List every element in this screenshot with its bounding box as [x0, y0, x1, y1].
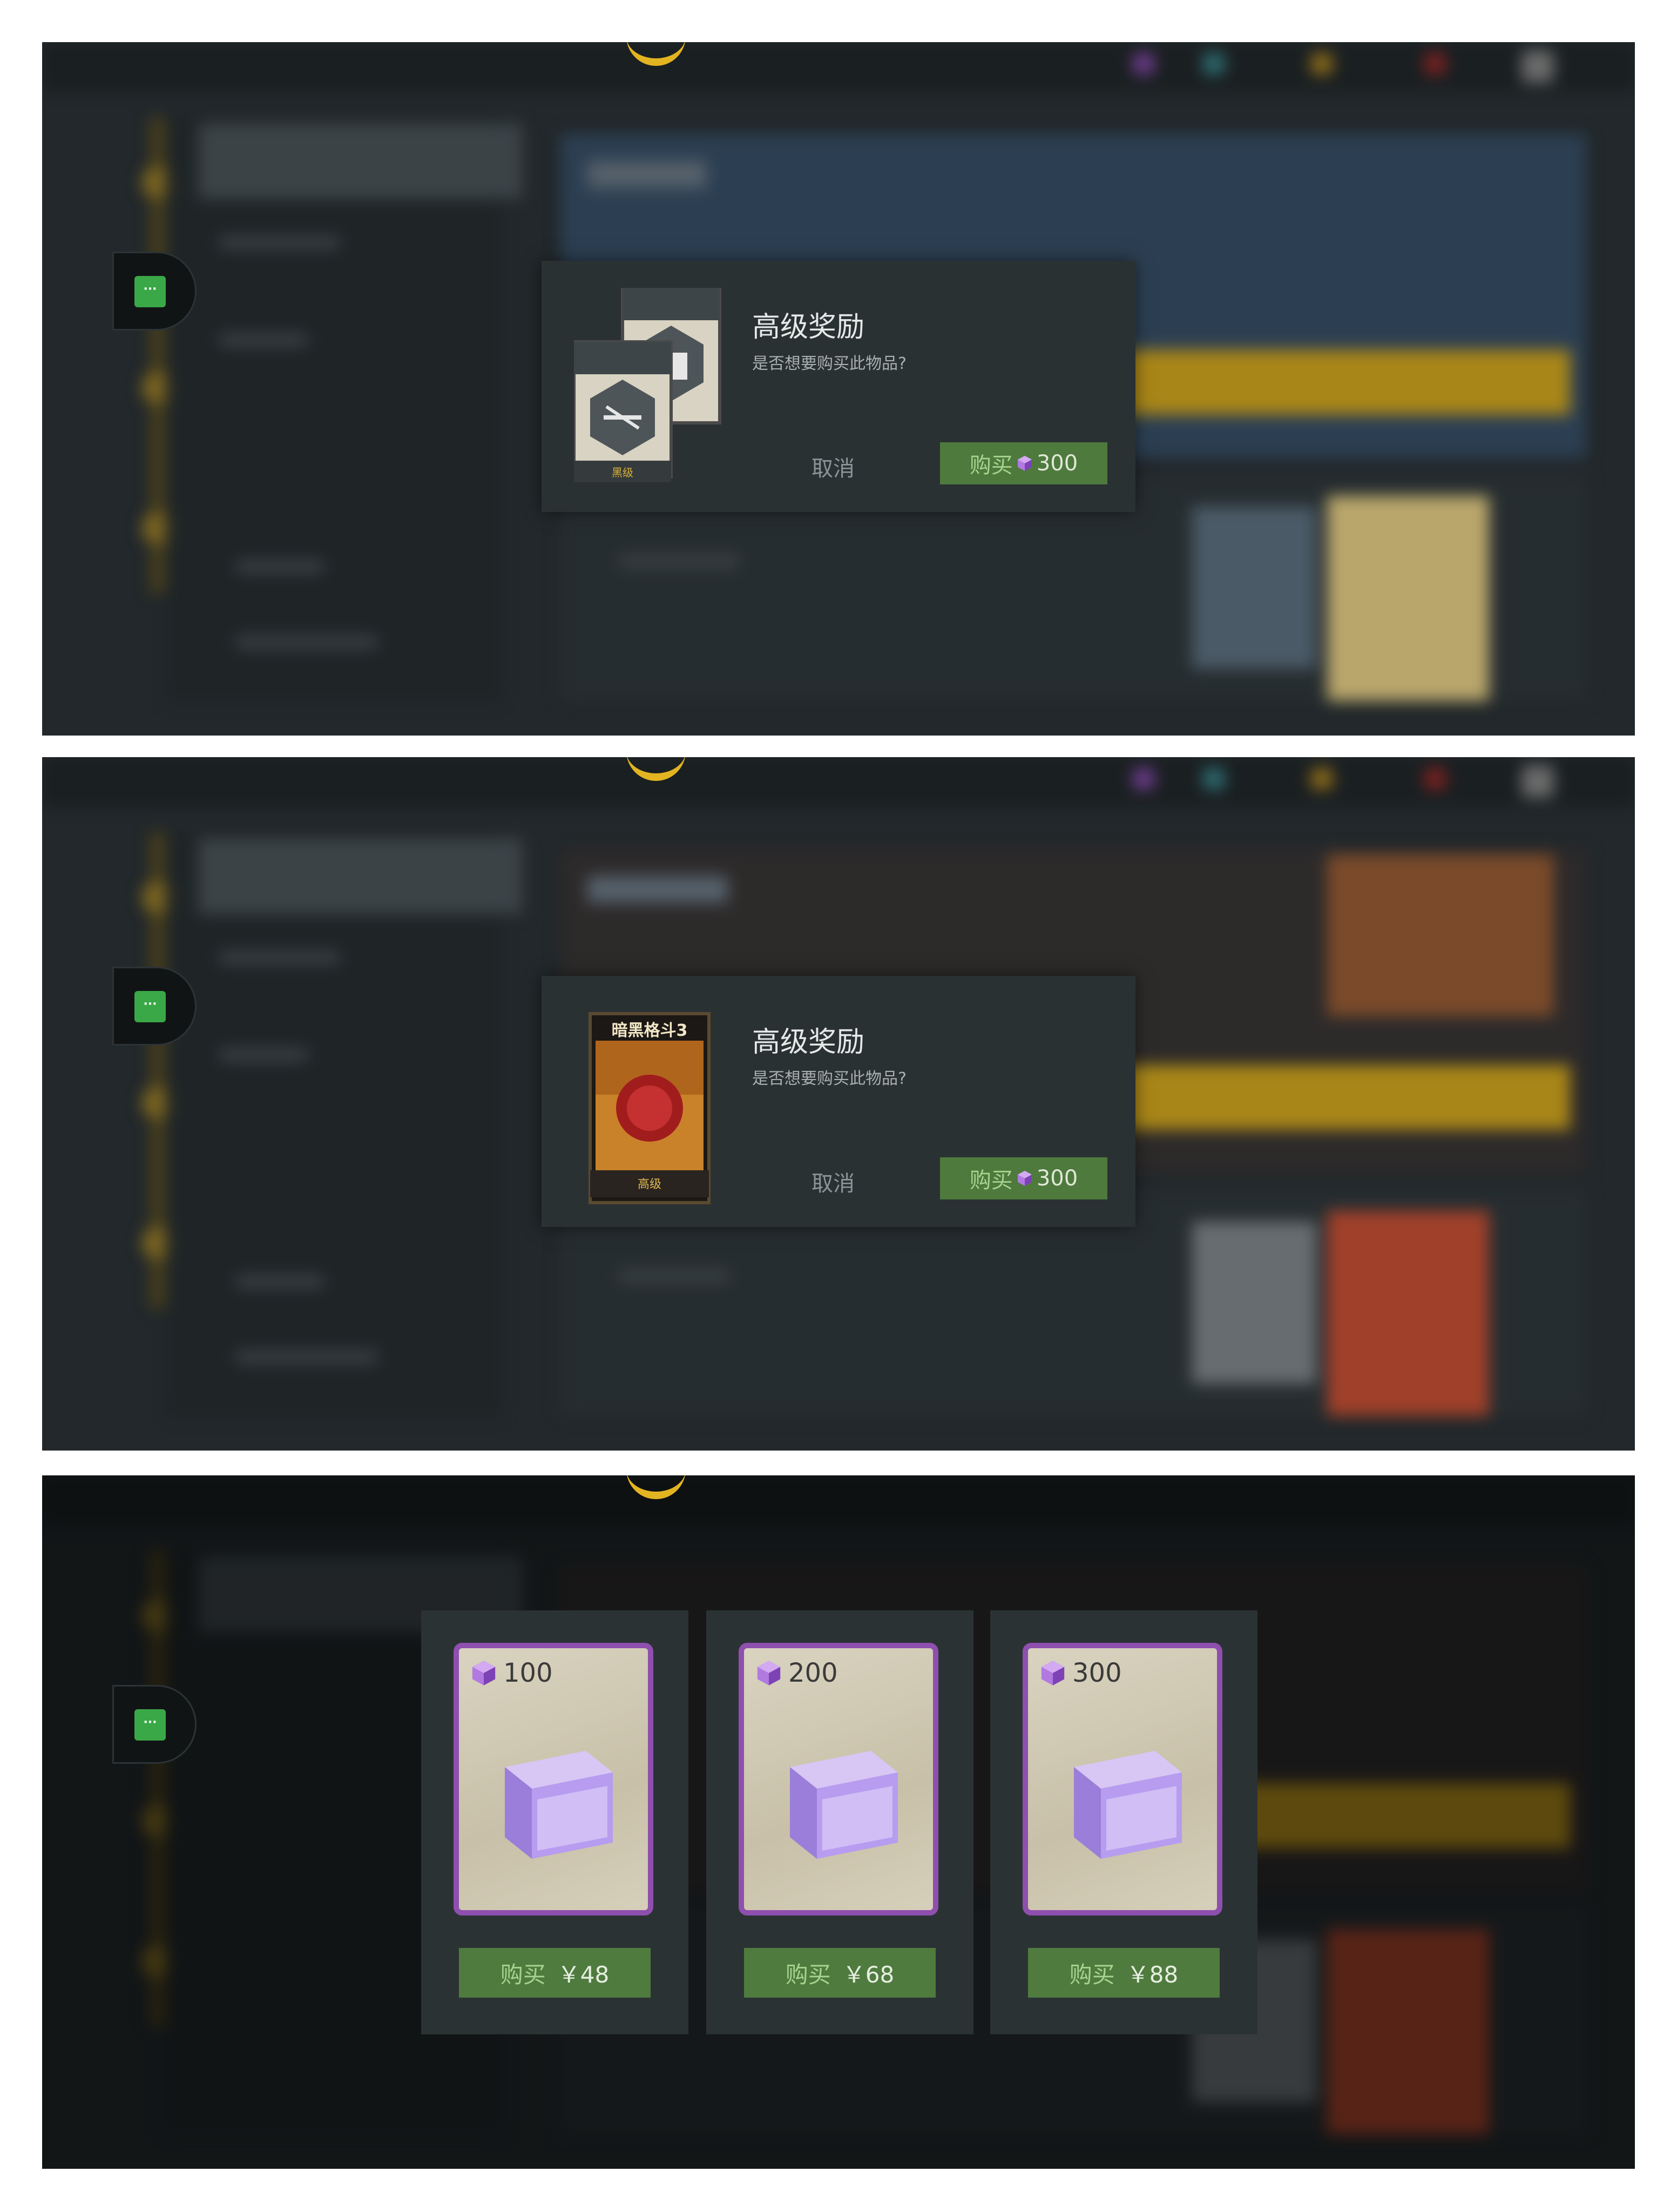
chat-button[interactable]: ··· — [112, 1685, 197, 1764]
reward-item-image: 黑级 — [572, 286, 725, 493]
buy-button[interactable]: 购买 ￥88 — [1028, 1948, 1220, 1998]
price: ￥68 — [842, 1961, 895, 1988]
gem-amount-value: 200 — [788, 1658, 838, 1688]
chat-button[interactable]: ··· — [112, 252, 197, 331]
buy-label: 购买 — [969, 1168, 1013, 1193]
cancel-button[interactable]: 取消 — [795, 450, 871, 488]
crystal-cube-icon — [505, 1751, 613, 1859]
buy-button[interactable]: 购买 300 — [940, 1157, 1107, 1199]
price: ￥88 — [1126, 1961, 1179, 1988]
shop-item: 300 购买 ￥88 — [990, 1610, 1257, 2034]
item-caption: 高级 — [637, 1178, 661, 1191]
purchase-dialog: 暗黑格斗3 高级 高级奖励 是否想要购买此物品? 取消 购买 300 — [542, 976, 1135, 1227]
gem-amount: 100 — [470, 1658, 553, 1688]
chat-icon: ··· — [134, 276, 166, 307]
buy-label: 购买 — [1069, 1961, 1115, 1988]
item-caption: 黑级 — [612, 466, 633, 479]
price: ￥48 — [557, 1961, 610, 1988]
shop-item: 200 购买 ￥68 — [706, 1610, 973, 2034]
gem-icon — [1017, 456, 1032, 471]
gem-pack-card[interactable]: 200 — [739, 1643, 938, 1916]
crystal-cube-icon — [1074, 1751, 1182, 1859]
buy-button[interactable]: 购买 ￥48 — [459, 1948, 651, 1998]
gem-amount-value: 300 — [1072, 1658, 1122, 1688]
price: 300 — [1036, 1166, 1078, 1191]
cancel-button[interactable]: 取消 — [795, 1165, 871, 1203]
screen-3: ··· 100 购买 ￥48 200 购买 ￥68 300 购买 ￥88 — [42, 1475, 1635, 2169]
dialog-question: 是否想要购买此物品? — [752, 354, 907, 373]
buy-label: 购买 — [969, 453, 1013, 478]
chat-button[interactable]: ··· — [112, 967, 197, 1046]
reward-item-image: 暗黑格斗3 高级 — [574, 1003, 725, 1208]
gem-pack-card[interactable]: 300 — [1023, 1643, 1222, 1916]
buy-button[interactable]: 购买 ￥68 — [744, 1948, 936, 1998]
buy-label: 购买 — [500, 1961, 546, 1988]
buy-label: 购买 — [785, 1961, 831, 1988]
buy-button[interactable]: 购买 300 — [940, 442, 1107, 484]
chat-icon: ··· — [134, 991, 166, 1022]
dialog-title: 高级奖励 — [752, 1026, 865, 1058]
gem-icon — [1041, 1661, 1065, 1685]
price: 300 — [1036, 451, 1078, 476]
dialog-question: 是否想要购买此物品? — [752, 1069, 907, 1088]
shop-item: 100 购买 ￥48 — [421, 1610, 688, 2034]
game-title: 暗黑格斗3 — [611, 1021, 688, 1040]
gem-icon — [757, 1661, 781, 1685]
crystal-cube-icon — [790, 1751, 898, 1859]
purchase-dialog: 黑级 高级奖励 是否想要购买此物品? 取消 购买 300 — [542, 261, 1135, 512]
gem-icon — [472, 1661, 496, 1685]
gem-amount: 200 — [755, 1658, 838, 1688]
chat-icon: ··· — [134, 1709, 166, 1741]
gem-icon — [1017, 1171, 1032, 1186]
dialog-title: 高级奖励 — [752, 311, 865, 343]
screen-1: ··· 黑级 高级奖励 是否想要购买此物品? 取消 购买 300 — [42, 42, 1635, 736]
gem-amount: 300 — [1039, 1658, 1122, 1688]
gem-amount-value: 100 — [503, 1658, 553, 1688]
gem-pack-card[interactable]: 100 — [454, 1643, 653, 1916]
screen-2: ··· 暗黑格斗3 高级 高级奖励 是否想要购买此物品? 取消 购买 300 — [42, 757, 1635, 1451]
